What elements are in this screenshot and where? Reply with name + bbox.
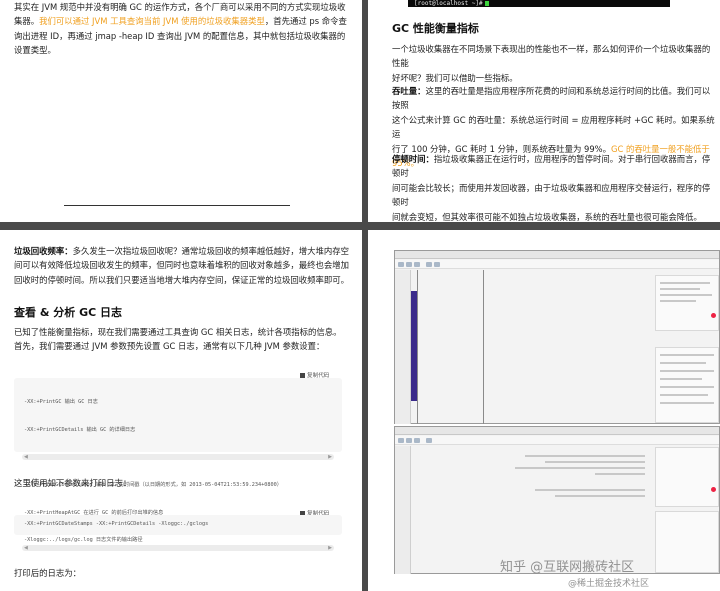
text-line: 已知了性能衡量指标，现在我们需要通过工具查询 GC 相关日志，统计各项指标的信息… bbox=[14, 327, 342, 337]
scroll-right-icon[interactable]: ▶ bbox=[328, 454, 332, 460]
panel-line bbox=[660, 282, 710, 284]
info-panel bbox=[655, 275, 719, 331]
text-line: 设置类型。 bbox=[14, 45, 56, 56]
watermark-text: 知乎 @互联网搬砖社区 bbox=[500, 560, 635, 575]
text-line: 吞吐量：这里的吞吐量是指应用程序所花费的时间和系统总运行时间的比值。我们可以按照 bbox=[392, 84, 718, 113]
scroll-left-icon[interactable]: ◀ bbox=[24, 454, 28, 460]
panel-line bbox=[660, 378, 702, 380]
gc-tool-window bbox=[394, 250, 720, 424]
code-line: -XX:+PrintGCDetails 输出 GC 的详细日志 bbox=[24, 427, 136, 434]
panel-line bbox=[660, 288, 700, 290]
text-line: 间就会变短，但其效率很可能不如独占垃圾收集器，系统的吞吐量也很可能会降低。 bbox=[392, 211, 702, 222]
gc-tool-window bbox=[394, 426, 720, 574]
code-lines: -XX:+PrintGC 输出 GC 日志 -XX:+PrintGCDetail… bbox=[24, 380, 282, 564]
document-page-bottom-left: 垃圾回收频率：多久发生一次指垃圾回收呢？通常垃圾回收的频率越低越好，增大堆内存空… bbox=[0, 230, 362, 591]
toolbar-button-icon[interactable] bbox=[406, 438, 412, 443]
text-line: 间可能会比较长；而使用并发回收器，由于垃圾收集器和应用程序交替运行，程序的停顿时 bbox=[392, 182, 711, 208]
log-line bbox=[515, 467, 645, 469]
alert-icon[interactable] bbox=[711, 487, 716, 492]
text-span: ，首先通过 ps 命令查 bbox=[264, 16, 347, 27]
text-span: 多久发生一次指垃圾回收呢？通常垃圾回收的频率越低越好，增大堆内存空 bbox=[72, 246, 349, 256]
text-line: 这里使用如下参数来打印日志： bbox=[14, 478, 132, 488]
text-line: 这个公式来计算 GC 的吞吐量：系统总运行时间 = 应用程序耗时 +GC 耗时。… bbox=[392, 114, 715, 140]
log-line bbox=[535, 489, 645, 491]
text-line: 垃圾回收频率：多久发生一次指垃圾回收呢？通常垃圾回收的频率越低越好，增大堆内存空 bbox=[14, 244, 358, 258]
chart-axis bbox=[417, 270, 418, 424]
stats-panel bbox=[655, 347, 719, 423]
panel-line bbox=[660, 386, 714, 388]
text-line: 回收时的停顿时间。所以我们只要适当地增大堆内存空间，保证正常的垃圾回收频率即可。 bbox=[14, 274, 349, 285]
toolbar-button-icon[interactable] bbox=[398, 262, 404, 267]
terminal-prompt: [root@localhost ~]# bbox=[414, 0, 483, 7]
term-label: 停顿时间： bbox=[392, 154, 434, 164]
toolbar-button-icon[interactable] bbox=[434, 262, 440, 267]
panel-line bbox=[660, 402, 714, 404]
text-line: 其实在 JVM 规范中并没有明确 GC 的运作方式，各个厂商可以采用不同的方式实… bbox=[14, 2, 346, 12]
scroll-right-icon[interactable]: ▶ bbox=[328, 545, 332, 551]
text-line: 集器。我们可以通过 JVM 工具查询当前 JVM 使用的垃圾收集器类型，首先通过… bbox=[14, 14, 354, 28]
section-title: GC 性能衡量指标 bbox=[392, 22, 479, 35]
text-span: 指垃圾收集器正在运行时，应用程序的暂停时间。对于串行回收器而言，停顿时 bbox=[392, 154, 711, 179]
left-sidebar bbox=[395, 270, 411, 424]
panel-line bbox=[660, 370, 714, 372]
paragraph-intro: 已知了性能衡量指标，现在我们需要通过工具查询 GC 相关日志，统计各项指标的信息… bbox=[14, 325, 358, 354]
terminal-line: [root@localhost ~]# bbox=[408, 0, 670, 7]
stats-panel bbox=[655, 511, 719, 573]
text-line: 一个垃圾收集器在不同场景下表现出的性能也不一样，那么如何评价一个垃圾收集器的性能 bbox=[392, 44, 711, 69]
toolbar-button-icon[interactable] bbox=[426, 438, 432, 443]
toolbar-button-icon[interactable] bbox=[426, 262, 432, 267]
toolbar-button-icon[interactable] bbox=[406, 262, 412, 267]
code-line: -XX:+PrintGC 输出 GC 日志 bbox=[24, 399, 98, 406]
text-line: 询出进程 ID，再通过 jmap -heap ID 查询出 JVM 的配置信息，… bbox=[14, 30, 346, 41]
panel-line bbox=[660, 300, 696, 302]
code-line: -XX:+PrintGCDateStamps -XX:+PrintGCDetai… bbox=[24, 521, 209, 527]
watermark-text: @稀土掘金技术社区 bbox=[568, 579, 650, 589]
log-line bbox=[525, 455, 645, 457]
toolbar-button-icon[interactable] bbox=[398, 438, 404, 443]
paragraph-gc-frequency: 垃圾回收频率：多久发生一次指垃圾回收呢？通常垃圾回收的频率越低越好，增大堆内存空… bbox=[14, 244, 358, 287]
chart-gridline bbox=[483, 270, 484, 424]
left-sidebar bbox=[395, 446, 411, 574]
log-line bbox=[545, 461, 645, 463]
log-line bbox=[555, 495, 645, 497]
document-page-bottom-right: 知乎 @互联网搬砖社区 @稀土掘金技术社区 bbox=[368, 230, 720, 591]
text-span: 集器。 bbox=[14, 16, 40, 27]
text-line: 间可以有效降低垃圾回收发生的频率，但同时也意味着堆积的回收对象越多，最终也会增加 bbox=[14, 260, 349, 271]
code-scrollbar[interactable]: ◀ ▶ bbox=[22, 454, 334, 460]
window-toolbar bbox=[395, 260, 719, 269]
toolbar-button-icon[interactable] bbox=[414, 438, 420, 443]
paragraph-intro: 一个垃圾收集器在不同场景下表现出的性能也不一样，那么如何评价一个垃圾收集器的性能… bbox=[392, 42, 718, 85]
log-line bbox=[595, 473, 645, 475]
panel-line bbox=[660, 354, 714, 356]
paragraph-pause-time: 停顿时间：指垃圾收集器正在运行时，应用程序的暂停时间。对于串行回收器而言，停顿时… bbox=[392, 152, 718, 222]
window-titlebar bbox=[395, 251, 719, 259]
toolbar-button-icon[interactable] bbox=[414, 262, 420, 267]
text-line: 首先，我们需要通过 JVM 参数预先设置 GC 日志，通常有以下几种 JVM 参… bbox=[14, 341, 325, 352]
highlighted-text: 我们可以通过 JVM 工具查询当前 JVM 使用的垃圾收集器类型 bbox=[39, 16, 265, 27]
document-page-top-right: [root@localhost ~]# GC 性能衡量指标 一个垃圾收集器在不同… bbox=[368, 0, 720, 222]
term-label: 吞吐量： bbox=[392, 86, 426, 96]
info-panel bbox=[655, 447, 719, 507]
paragraph-gc-collector: 其实在 JVM 规范中并没有明确 GC 的运作方式，各个厂商可以采用不同的方式实… bbox=[14, 0, 354, 58]
text-line: 停顿时间：指垃圾收集器正在运行时，应用程序的暂停时间。对于串行回收器而言，停顿时 bbox=[392, 152, 718, 181]
term-label: 垃圾回收频率： bbox=[14, 246, 73, 256]
text-line: 打印后的日志为： bbox=[14, 568, 81, 578]
scroll-left-icon[interactable]: ◀ bbox=[24, 545, 28, 551]
window-titlebar bbox=[395, 427, 719, 435]
panel-line bbox=[660, 394, 708, 396]
panel-line bbox=[660, 362, 706, 364]
code-scrollbar[interactable]: ◀ ▶ bbox=[22, 545, 334, 551]
window-toolbar bbox=[395, 436, 719, 445]
divider bbox=[64, 205, 290, 206]
panel-line bbox=[660, 294, 712, 296]
text-span: 这里的吞吐量是指应用程序所花费的时间和系统总运行时间的比值。我们可以按照 bbox=[392, 86, 711, 111]
cursor-icon bbox=[484, 1, 489, 6]
alert-icon[interactable] bbox=[711, 313, 716, 318]
section-title: 查看 & 分析 GC 日志 bbox=[14, 306, 123, 319]
document-page-top-left: 其实在 JVM 规范中并没有明确 GC 的运作方式，各个厂商可以采用不同的方式实… bbox=[0, 0, 362, 222]
